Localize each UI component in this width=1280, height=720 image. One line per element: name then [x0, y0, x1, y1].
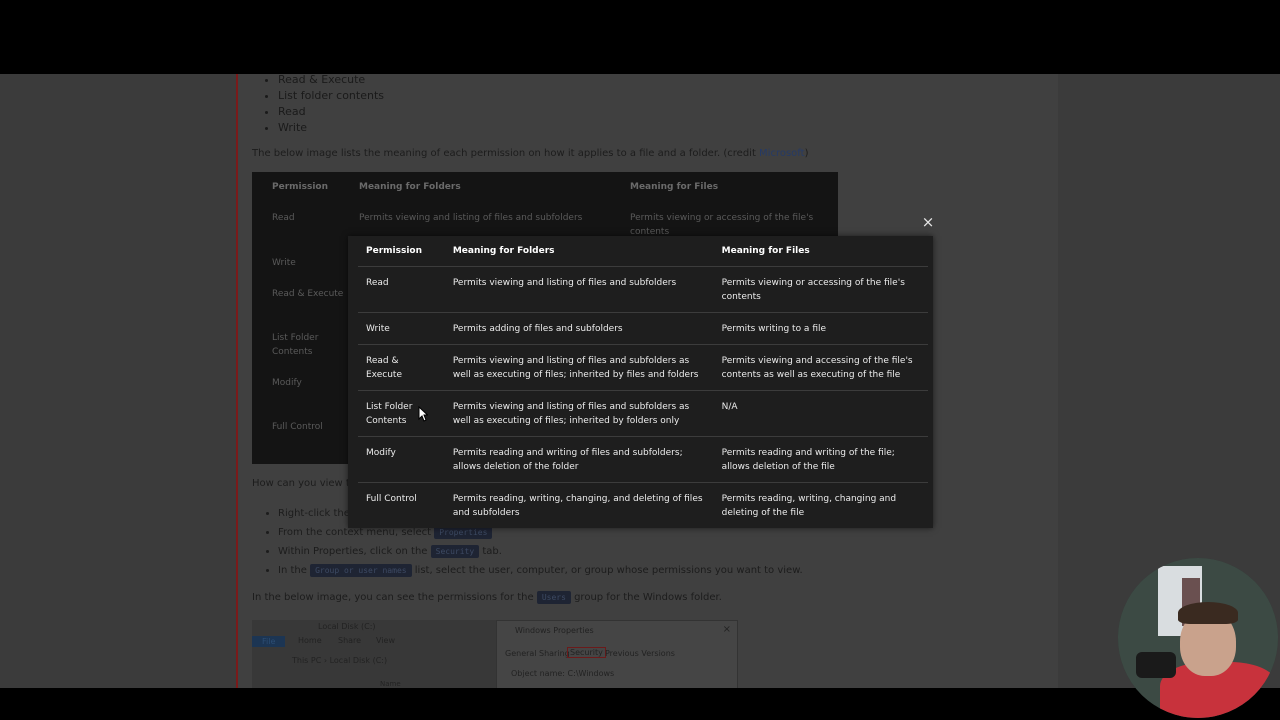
cell-files: N/A — [713, 390, 928, 437]
permissions-lightbox: Permission Meaning for Folders Meaning f… — [348, 236, 933, 528]
letterbox-top — [0, 0, 1280, 74]
cell-permission: Full Control — [366, 494, 417, 504]
table-row: Read & Execute Permits viewing and listi… — [358, 344, 928, 391]
header-permission: Permission — [358, 236, 445, 267]
table-row: Full Control Permits reading, writing, c… — [358, 483, 928, 529]
table-row: Write Permits adding of files and subfol… — [358, 312, 928, 345]
cell-files: Permits writing to a file — [713, 312, 928, 345]
microphone-icon — [1136, 652, 1176, 678]
cell-permission: List Folder Contents — [358, 390, 445, 437]
cell-folders: Permits viewing and listing of files and… — [444, 390, 714, 437]
close-icon[interactable]: × — [920, 214, 936, 230]
cell-permission: Read — [358, 266, 445, 313]
letterbox-bottom — [0, 688, 1280, 720]
cell-folders: Permits viewing and listing of files and… — [444, 344, 714, 391]
table-row: List Folder Contents Permits viewing and… — [358, 390, 928, 437]
cell-permission: Modify — [358, 436, 445, 483]
cell-folders: Permits viewing and listing of files and… — [444, 266, 714, 313]
table-row: Read Permits viewing and listing of file… — [358, 266, 928, 313]
permissions-table: Permission Meaning for Folders Meaning f… — [358, 236, 928, 528]
cell-folders: Permits adding of files and subfolders — [444, 312, 714, 345]
cell-folders: Permits reading, writing, changing, and … — [452, 494, 703, 518]
table-header-row: Permission Meaning for Folders Meaning f… — [358, 236, 928, 267]
cell-folders: Permits reading and writing of files and… — [444, 436, 714, 483]
table-row: Modify Permits reading and writing of fi… — [358, 436, 928, 483]
cell-files: Permits viewing or accessing of the file… — [713, 266, 928, 313]
webcam-overlay — [1118, 558, 1278, 718]
header-meaning-files: Meaning for Files — [713, 236, 928, 267]
cell-permission: Read & Execute — [358, 344, 445, 391]
cell-permission: Write — [358, 312, 445, 345]
webcam-hair — [1178, 602, 1238, 624]
cell-files: Permits viewing and accessing of the fil… — [713, 344, 928, 391]
cell-files: Permits reading, writing, changing and d… — [721, 494, 897, 518]
cell-files: Permits reading and writing of the file;… — [713, 436, 928, 483]
header-meaning-folders: Meaning for Folders — [444, 236, 714, 267]
